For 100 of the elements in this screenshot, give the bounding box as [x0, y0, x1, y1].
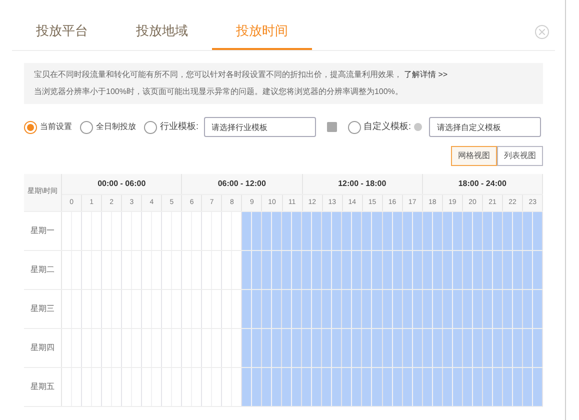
- time-slot-cell[interactable]: [332, 290, 342, 328]
- time-slot-cell[interactable]: [312, 251, 322, 289]
- time-slot-cell[interactable]: [492, 212, 503, 250]
- time-slot-cell[interactable]: [492, 368, 503, 406]
- time-slot-cell[interactable]: [382, 251, 393, 289]
- time-slot-cell[interactable]: [252, 251, 262, 289]
- time-slot-cell[interactable]: [402, 368, 413, 406]
- time-slot-cell[interactable]: [522, 290, 533, 328]
- time-slot-cell[interactable]: [242, 290, 252, 328]
- time-slot-cell[interactable]: [472, 290, 483, 328]
- time-slot-cell[interactable]: [302, 212, 312, 250]
- time-slot-cell[interactable]: [512, 368, 523, 406]
- time-slot-cell[interactable]: [472, 368, 483, 406]
- time-slot-cell[interactable]: [452, 368, 463, 406]
- radio-button[interactable]: [348, 120, 361, 134]
- time-slot-cell[interactable]: [382, 368, 393, 406]
- radio-button[interactable]: [144, 120, 157, 134]
- time-slot-cell[interactable]: [482, 251, 493, 289]
- time-slot-cell[interactable]: [282, 368, 292, 406]
- time-slot-cell[interactable]: [312, 212, 322, 250]
- time-slot-cell[interactable]: [432, 212, 443, 250]
- time-slot-cell[interactable]: [352, 251, 362, 289]
- time-slot-cell[interactable]: [442, 212, 453, 250]
- tab[interactable]: 投放平台: [12, 14, 112, 50]
- time-slot-cell[interactable]: [362, 251, 372, 289]
- time-slot-cell[interactable]: [452, 329, 463, 367]
- help-square-icon[interactable]: [326, 122, 337, 132]
- time-slot-cell[interactable]: [262, 251, 272, 289]
- time-slot-cell[interactable]: [432, 290, 443, 328]
- time-slot-cell[interactable]: [422, 368, 433, 406]
- time-slot-cell[interactable]: [432, 368, 443, 406]
- time-slot-cell[interactable]: [502, 368, 513, 406]
- time-slot-cell[interactable]: [362, 329, 372, 367]
- time-slot-cell[interactable]: [462, 329, 473, 367]
- time-slot-cell[interactable]: [412, 290, 423, 328]
- time-slot-cell[interactable]: [382, 212, 393, 250]
- time-slot-cell[interactable]: [372, 251, 382, 289]
- time-slot-cell[interactable]: [372, 212, 382, 250]
- time-slot-cell[interactable]: [412, 212, 423, 250]
- time-slot-cell[interactable]: [282, 290, 292, 328]
- time-slot-cell[interactable]: [462, 212, 473, 250]
- time-slot-cell[interactable]: [282, 329, 292, 367]
- template-select-field[interactable]: 请选择行业模板: [204, 117, 316, 137]
- time-slot-cell[interactable]: [292, 290, 302, 328]
- time-slot-cell[interactable]: [372, 368, 382, 406]
- time-slot-cell[interactable]: [302, 368, 312, 406]
- time-slot-cell[interactable]: [312, 368, 322, 406]
- time-slot-cell[interactable]: [492, 251, 503, 289]
- time-slot-cell[interactable]: [292, 212, 302, 250]
- time-slot-cell[interactable]: [482, 212, 493, 250]
- time-slot-cell[interactable]: [342, 251, 352, 289]
- time-slot-cell[interactable]: [342, 212, 352, 250]
- time-slot-cell[interactable]: [462, 251, 473, 289]
- time-slot-cell[interactable]: [322, 329, 332, 367]
- time-slot-cell[interactable]: [272, 251, 282, 289]
- time-slot-cell[interactable]: [242, 251, 252, 289]
- time-slot-cell[interactable]: [352, 368, 362, 406]
- time-slot-cell[interactable]: [322, 368, 332, 406]
- time-slot-cell[interactable]: [532, 251, 543, 289]
- time-slot-cell[interactable]: [352, 329, 362, 367]
- radio-button[interactable]: [80, 120, 93, 134]
- time-slot-cell[interactable]: [252, 212, 262, 250]
- time-slot-cell[interactable]: [442, 290, 453, 328]
- time-slot-cell[interactable]: [332, 251, 342, 289]
- time-slot-cell[interactable]: [262, 290, 272, 328]
- time-slot-cell[interactable]: [392, 212, 403, 250]
- time-slot-cell[interactable]: [532, 329, 543, 367]
- time-slot-cell[interactable]: [412, 329, 423, 367]
- time-slot-cell[interactable]: [272, 329, 282, 367]
- time-slot-cell[interactable]: [382, 329, 393, 367]
- close-icon[interactable]: [535, 25, 549, 39]
- time-slot-cell[interactable]: [492, 329, 503, 367]
- time-slot-cell[interactable]: [332, 368, 342, 406]
- time-slot-cell[interactable]: [362, 290, 372, 328]
- time-slot-cell[interactable]: [402, 290, 413, 328]
- time-slot-cell[interactable]: [412, 368, 423, 406]
- time-slot-cell[interactable]: [332, 212, 342, 250]
- time-slot-cell[interactable]: [392, 329, 403, 367]
- time-slot-cell[interactable]: [472, 212, 483, 250]
- time-slot-cell[interactable]: [272, 212, 282, 250]
- time-slot-cell[interactable]: [322, 251, 332, 289]
- time-slot-cell[interactable]: [532, 368, 543, 406]
- time-slot-cell[interactable]: [242, 212, 252, 250]
- time-slot-cell[interactable]: [512, 251, 523, 289]
- time-slot-cell[interactable]: [502, 290, 513, 328]
- time-slot-cell[interactable]: [292, 368, 302, 406]
- time-slot-cell[interactable]: [412, 251, 423, 289]
- details-link[interactable]: 了解详情 >>: [404, 69, 448, 81]
- time-slot-cell[interactable]: [272, 290, 282, 328]
- time-slot-cell[interactable]: [252, 329, 262, 367]
- time-slot-cell[interactable]: [262, 329, 272, 367]
- time-slot-cell[interactable]: [462, 368, 473, 406]
- time-slot-cell[interactable]: [512, 290, 523, 328]
- tab[interactable]: 投放地域: [112, 14, 212, 50]
- time-slot-cell[interactable]: [452, 251, 463, 289]
- time-slot-cell[interactable]: [482, 290, 493, 328]
- time-slot-cell[interactable]: [342, 368, 352, 406]
- time-slot-cell[interactable]: [472, 329, 483, 367]
- time-slot-cell[interactable]: [342, 329, 352, 367]
- time-slot-cell[interactable]: [262, 368, 272, 406]
